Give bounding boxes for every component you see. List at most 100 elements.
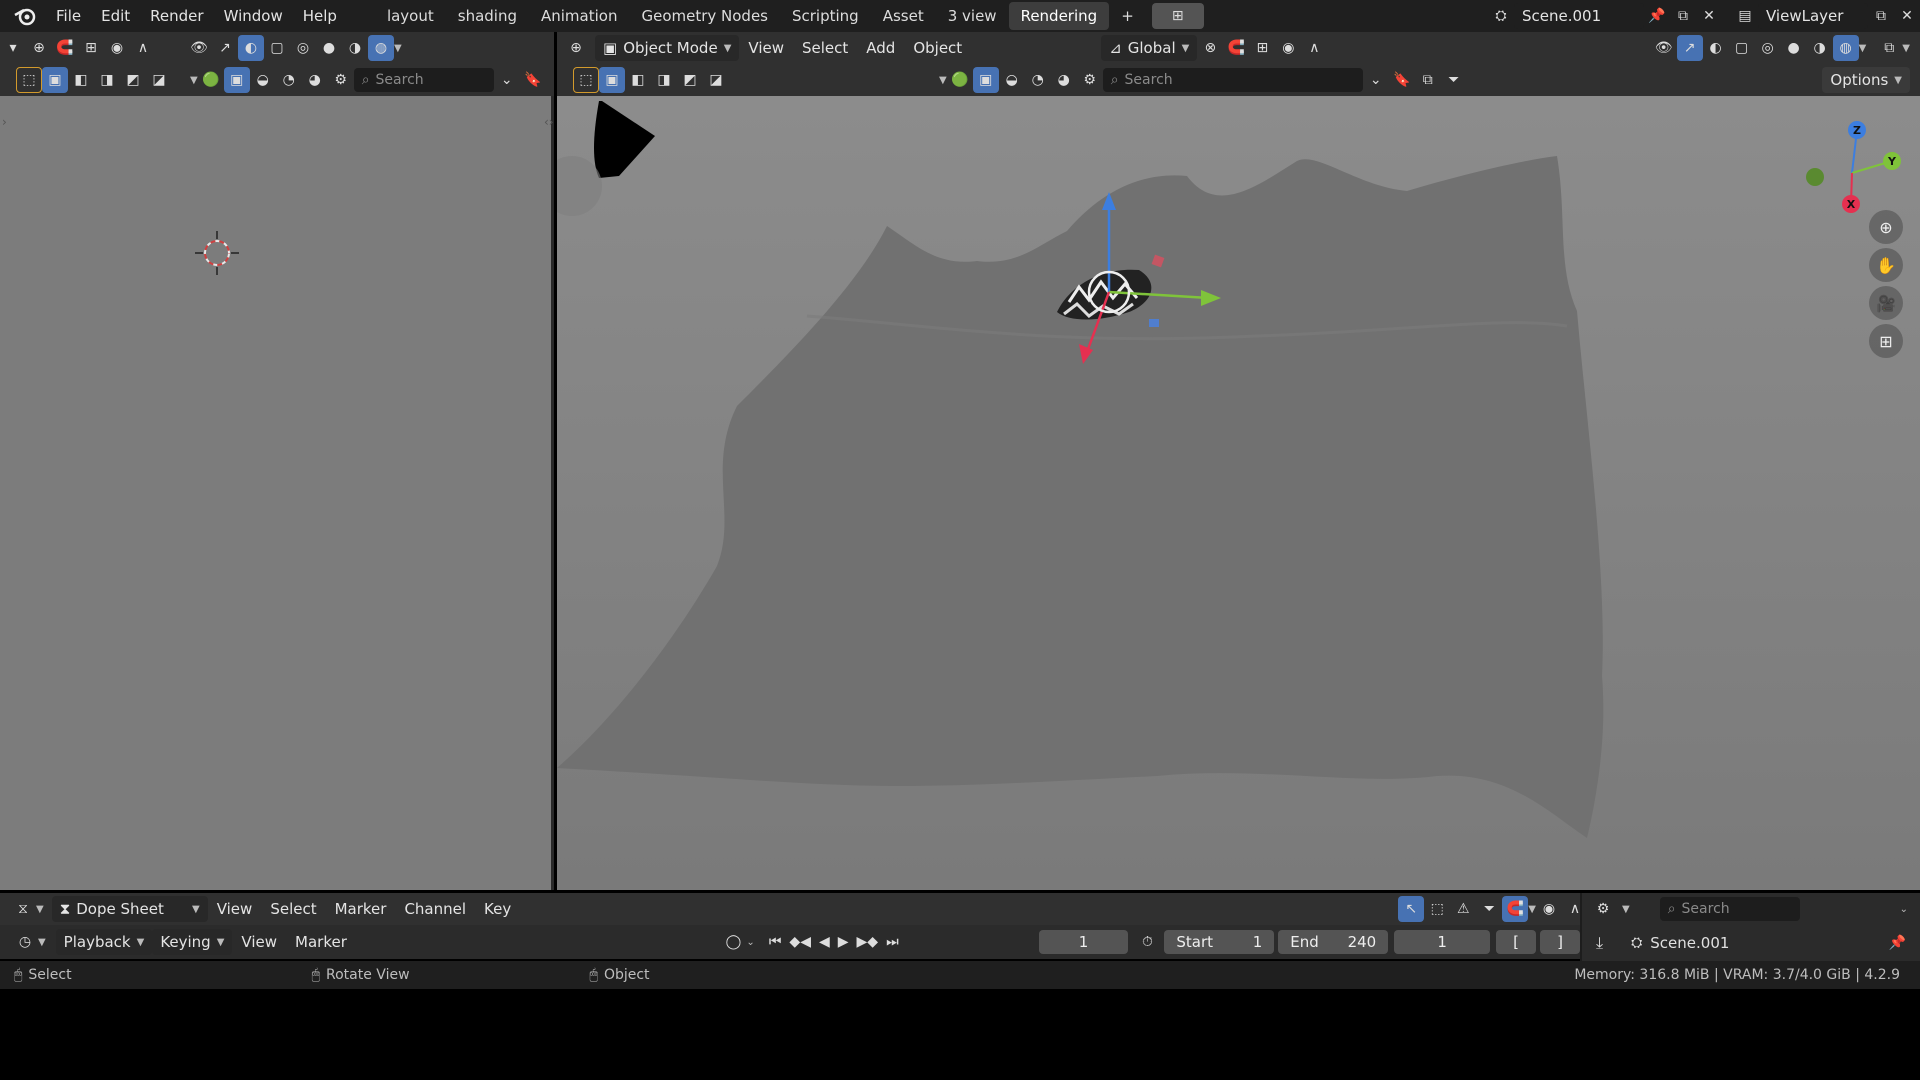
- tab-scripting[interactable]: Scripting: [780, 2, 871, 30]
- zoom-icon[interactable]: ⊕: [1869, 210, 1903, 244]
- ds-filter-icon[interactable]: ⏷: [1476, 896, 1502, 922]
- gizmo-toggle-icon[interactable]: ↗: [212, 35, 238, 61]
- select-mode-new-icon[interactable]: ▣: [599, 67, 625, 93]
- scene-icon[interactable]: ⛭: [1488, 3, 1514, 29]
- filter-other-icon[interactable]: ⚙: [1077, 67, 1103, 93]
- funnel-icon[interactable]: ⏷: [1441, 67, 1467, 93]
- select-tool-icon[interactable]: ⬚: [16, 67, 42, 93]
- main-viewport[interactable]: Z Y X ⊕ ✋ 🎥 ⊞: [557, 96, 1920, 890]
- menu-help[interactable]: Help: [293, 0, 347, 32]
- select-mode-extend-icon[interactable]: ◧: [68, 67, 94, 93]
- filter-dropdown-icon[interactable]: ▼: [190, 75, 198, 86]
- snap-icon[interactable]: 🧲: [52, 35, 78, 61]
- solid-shading-icon[interactable]: ●: [1781, 35, 1807, 61]
- falloff-icon[interactable]: ∧: [130, 35, 156, 61]
- playback-menu[interactable]: Playback ▼: [55, 929, 153, 955]
- wireframe-shading-icon[interactable]: ◎: [290, 35, 316, 61]
- scene-selector[interactable]: Scene.001: [1514, 3, 1644, 29]
- camera-view-icon[interactable]: 🎥: [1869, 286, 1903, 320]
- tab-rendering[interactable]: Rendering: [1008, 2, 1110, 30]
- transform-orientation-selector[interactable]: ⊿ Global ▼: [1101, 35, 1198, 61]
- editor-type-icon[interactable]: ▾: [0, 35, 26, 61]
- ds-menu-view[interactable]: View: [208, 900, 262, 918]
- filter-options-icon[interactable]: ⌄: [1363, 67, 1389, 93]
- xray-icon[interactable]: ▢: [264, 35, 290, 61]
- view-layer-selector[interactable]: ViewLayer: [1758, 3, 1868, 29]
- tab-asset[interactable]: Asset: [871, 2, 936, 30]
- prev-keyframe-icon[interactable]: ◆◀: [789, 934, 811, 950]
- select-tool-icon[interactable]: ⬚: [573, 67, 599, 93]
- view-layer-icon[interactable]: ▤: [1732, 3, 1758, 29]
- workspace-toggle-icon[interactable]: ⊞: [1151, 3, 1204, 29]
- rendered-shading-icon[interactable]: ◍: [1832, 35, 1859, 61]
- snap-target-icon[interactable]: ⊞: [1249, 35, 1275, 61]
- tab-animation[interactable]: Animation: [529, 2, 629, 30]
- material-shading-icon[interactable]: ◑: [342, 35, 368, 61]
- use-preview-range-icon[interactable]: ⏱: [1134, 929, 1160, 955]
- jump-end-icon[interactable]: ⏭: [886, 934, 899, 950]
- select-mode-new-icon[interactable]: ▣: [42, 67, 68, 93]
- range-start-bracket[interactable]: [: [1496, 930, 1537, 954]
- gizmo-toggle-icon[interactable]: ↗: [1676, 35, 1703, 61]
- menu-add[interactable]: Add: [857, 39, 904, 57]
- object-types-icon[interactable]: 🟢: [198, 67, 224, 93]
- ds-menu-key[interactable]: Key: [475, 900, 520, 918]
- transform-pivot-icon[interactable]: ⊕: [26, 35, 52, 61]
- view-options-icon[interactable]: ⧉: [1415, 67, 1441, 93]
- filter-light-icon[interactable]: ◒: [999, 67, 1025, 93]
- menu-render[interactable]: Render: [140, 0, 213, 32]
- tab-geometry-nodes[interactable]: Geometry Nodes: [629, 2, 780, 30]
- select-mode-extend-icon[interactable]: ◧: [625, 67, 651, 93]
- select-mode-subtract-icon[interactable]: ◨: [94, 67, 120, 93]
- visibility-icon[interactable]: 👁: [1651, 35, 1677, 61]
- menu-object[interactable]: Object: [904, 39, 971, 57]
- play-reverse-icon[interactable]: ◀: [819, 934, 830, 950]
- select-mode-subtract-icon[interactable]: ◨: [651, 67, 677, 93]
- range-end-bracket[interactable]: ]: [1540, 930, 1580, 954]
- jump-start-icon[interactable]: ⏮: [769, 934, 782, 950]
- ds-menu-marker[interactable]: Marker: [326, 900, 396, 918]
- snap-icon[interactable]: 🧲: [1223, 35, 1249, 61]
- ds-snap-icon[interactable]: 🧲: [1502, 896, 1529, 922]
- current-frame-field[interactable]: 1: [1038, 930, 1129, 954]
- tab-layout[interactable]: layout: [375, 2, 446, 30]
- filter-world-icon[interactable]: ◕: [1051, 67, 1077, 93]
- remove-view-layer-icon[interactable]: ✕: [1894, 3, 1920, 29]
- material-shading-icon[interactable]: ◑: [1807, 35, 1833, 61]
- menu-edit[interactable]: Edit: [91, 0, 140, 32]
- perspective-grid-icon[interactable]: ⊞: [1869, 324, 1903, 358]
- pin-icon[interactable]: 📌: [1644, 3, 1670, 29]
- keying-menu[interactable]: Keying ▼: [152, 929, 233, 955]
- next-keyframe-icon[interactable]: ▶◆: [857, 934, 879, 950]
- menu-select[interactable]: Select: [793, 39, 857, 57]
- chevron-down-icon[interactable]: ⌄: [746, 937, 754, 948]
- split-dropdown-icon[interactable]: ▼: [1902, 43, 1910, 54]
- outliner-editor-type-icon[interactable]: ⚙: [1590, 896, 1616, 922]
- select-mode-intersect-icon[interactable]: ◪: [146, 67, 172, 93]
- filter-camera-icon[interactable]: ◔: [276, 67, 302, 93]
- filter-light-icon[interactable]: ◒: [250, 67, 276, 93]
- filter-world-icon[interactable]: ◕: [302, 67, 328, 93]
- menu-window[interactable]: Window: [214, 0, 293, 32]
- dopesheet-editor-type-icon[interactable]: ⧖: [10, 896, 36, 922]
- ds-menu-select[interactable]: Select: [261, 900, 325, 918]
- tab-3-view[interactable]: 3 view: [936, 2, 1009, 30]
- filter-mesh-icon[interactable]: ▣: [972, 67, 999, 93]
- shading-dropdown-icon[interactable]: ▼: [1859, 43, 1867, 54]
- mode-selector[interactable]: ▣ Object Mode ▼: [595, 35, 740, 61]
- falloff-icon[interactable]: ∧: [1301, 35, 1327, 61]
- filter-camera-icon[interactable]: ◔: [1025, 67, 1051, 93]
- filter-options-icon[interactable]: ⌄: [494, 67, 520, 93]
- only-errors-icon[interactable]: ⚠: [1450, 896, 1476, 922]
- filter-dropdown-icon[interactable]: ▼: [939, 75, 947, 86]
- add-workspace-button[interactable]: +: [1109, 2, 1146, 30]
- navigation-gizmo[interactable]: Z Y X: [1797, 118, 1907, 218]
- pivot-point-icon[interactable]: ⊗: [1197, 35, 1223, 61]
- overlay-toggle-icon[interactable]: ◐: [1703, 35, 1729, 61]
- ds-proportional-icon[interactable]: ◉: [1536, 896, 1562, 922]
- overlay-toggle-icon[interactable]: ◐: [238, 35, 264, 61]
- left-search-input[interactable]: ⌕ Search: [353, 68, 494, 92]
- pan-hand-icon[interactable]: ✋: [1869, 248, 1903, 282]
- snap-target-icon[interactable]: ⊞: [78, 35, 104, 61]
- play-icon[interactable]: ▶: [838, 934, 849, 950]
